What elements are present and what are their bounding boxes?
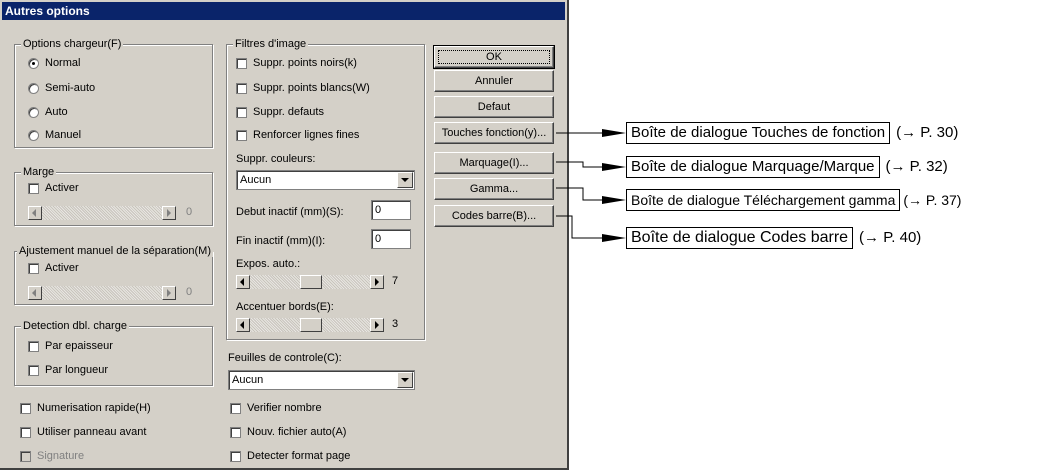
arrow-icon	[602, 196, 626, 204]
annotation-gamma: Boîte de dialogue Téléchargement gamma (→…	[626, 189, 961, 211]
annotation-imprinting: Boîte de dialogue Marquage/Marque (→ P. 3…	[626, 156, 948, 178]
callout-line-barcodes	[556, 215, 620, 239]
arrow-icon	[602, 234, 626, 242]
arrow-icon	[602, 129, 626, 137]
arrow-icon	[602, 163, 626, 171]
annotation-barcodes: Boîte de dialogue Codes barre (→ P. 40)	[626, 227, 921, 249]
annotation-function-keys: Boîte de dialogue Touches de fonction (→ …	[626, 122, 958, 144]
